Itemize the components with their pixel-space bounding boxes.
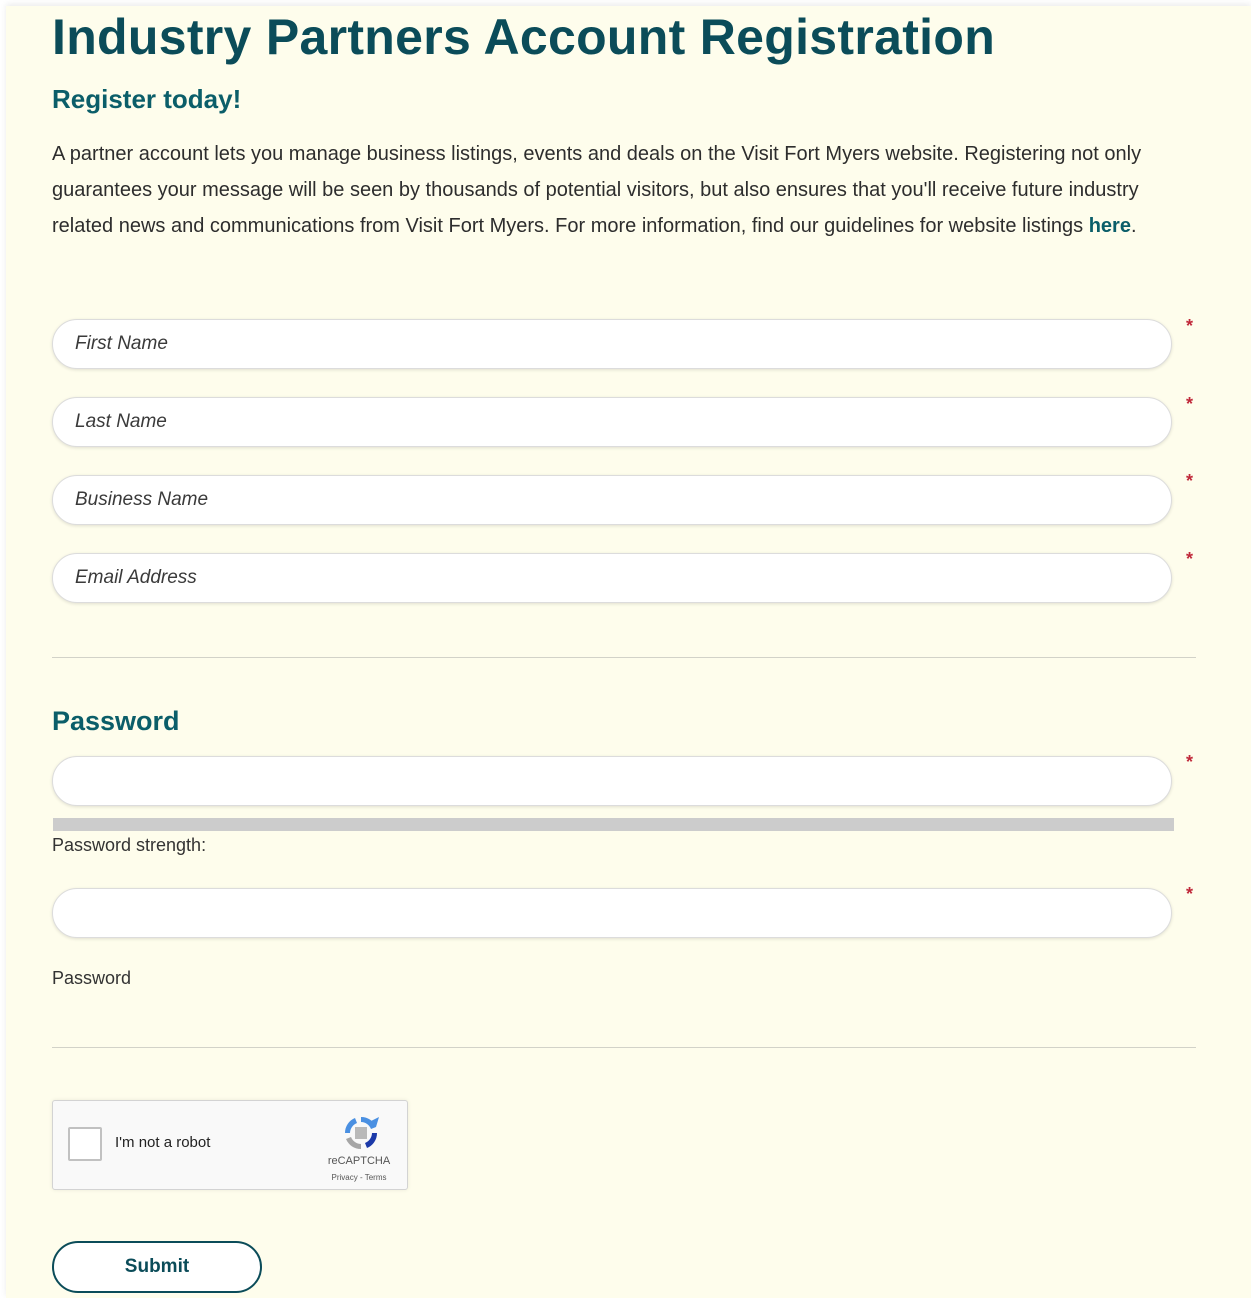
email-required-marker: * [1186,549,1194,569]
registration-page: Industry Partners Account Registration R… [6,6,1251,1298]
business-name-required-marker: * [1186,471,1194,491]
confirm-password-required-marker: * [1186,884,1194,904]
guidelines-link[interactable]: here [1089,215,1131,237]
recaptcha-checkbox[interactable] [68,1127,102,1161]
recaptcha-brand: reCAPTCHA [327,1155,391,1167]
section-divider-top [52,657,1196,658]
first-name-input[interactable] [52,319,1172,369]
confirm-password-input[interactable] [52,888,1172,938]
first-name-required-marker: * [1186,316,1194,336]
last-name-input[interactable] [52,397,1172,447]
password-strength-label: Password strength: [52,835,207,855]
recaptcha-privacy-terms-links[interactable]: Privacy - Terms [309,1173,409,1182]
page-title: Industry Partners Account Registration [52,9,996,65]
password-input[interactable] [52,756,1172,806]
confirm-password-label: Password [52,968,132,988]
submit-button[interactable]: Submit [52,1241,262,1293]
page-subtitle: Register today! [52,84,242,114]
recaptcha-label: I'm not a robot [115,1134,211,1151]
intro-end: . [1130,215,1137,237]
recaptcha-widget: I'm not a robot reCAPTCHA Privacy - Term… [52,1100,408,1190]
business-name-input[interactable] [52,475,1172,525]
section-divider-bottom [52,1047,1196,1048]
password-required-marker: * [1186,752,1194,772]
last-name-required-marker: * [1186,394,1194,414]
intro-text: A partner account lets you manage busine… [52,143,1142,237]
email-address-input[interactable] [52,553,1172,603]
recaptcha-icon [344,1116,379,1150]
intro-paragraph: A partner account lets you manage busine… [52,136,1202,244]
password-section-title: Password [52,706,180,736]
password-strength-meter [53,818,1174,831]
